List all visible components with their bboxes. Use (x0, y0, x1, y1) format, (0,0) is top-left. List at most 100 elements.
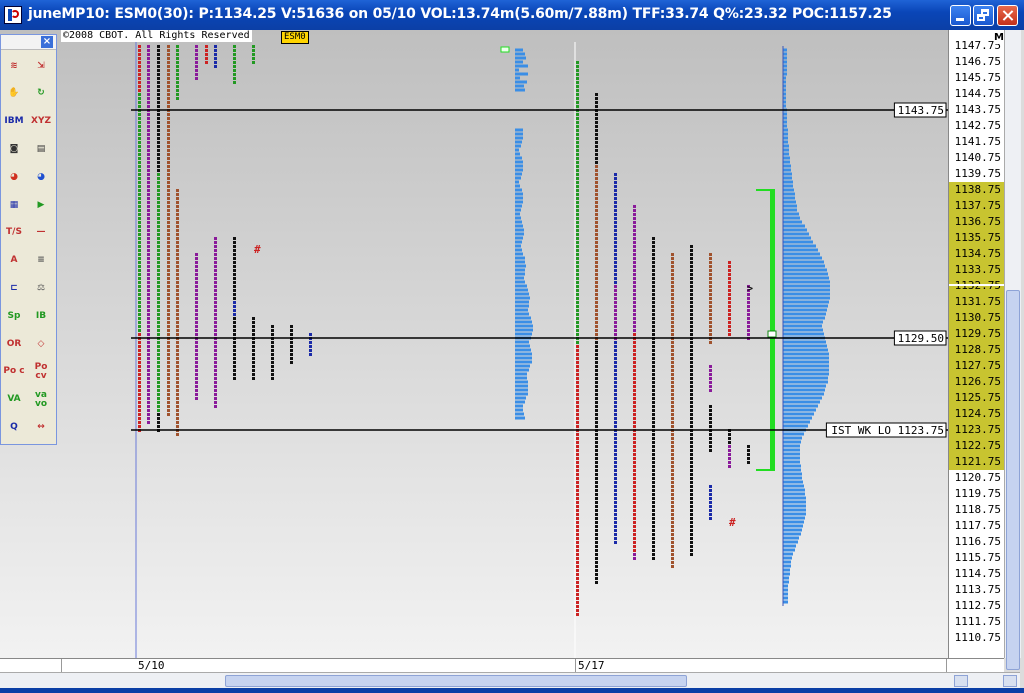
tpo-letter (157, 69, 160, 72)
align-tool-icon[interactable]: ≡ (30, 250, 52, 272)
tpo-letter (709, 273, 712, 276)
horizontal-scrollbar[interactable] (0, 672, 1020, 689)
camera-icon[interactable]: ◙ (3, 138, 25, 160)
tpo-letter (652, 273, 655, 276)
balance-icon[interactable]: ⚖ (30, 277, 52, 299)
tpo-letter (157, 401, 160, 404)
tpo-letter (690, 501, 693, 504)
tpo-letter (652, 549, 655, 552)
tpo-letter (195, 333, 198, 336)
tpo-letter (271, 353, 274, 356)
tpo-letter (176, 77, 179, 80)
tpo-letter (728, 281, 731, 284)
tpo-letter (233, 77, 236, 80)
price-label: 1123.75 (949, 422, 1005, 438)
tpo-letter (614, 409, 617, 412)
price-label: 1131.75 (949, 294, 1005, 310)
tpo-letter (147, 57, 150, 60)
grid-icon[interactable]: ▦ (3, 194, 25, 216)
reference-label: IST WK LO 1123.75 (831, 424, 944, 437)
minimize-button[interactable] (950, 5, 971, 26)
tpo-letter (147, 333, 150, 336)
tpo-letter (138, 357, 141, 360)
refresh-tool-icon[interactable]: ↻ (30, 83, 52, 105)
tpo-letter (147, 189, 150, 192)
volume-bar (783, 572, 790, 576)
tpo-letter (652, 501, 655, 504)
tpo-letter (167, 269, 170, 272)
expand-icon[interactable]: ↔ (30, 416, 52, 438)
volume-bar (783, 528, 802, 532)
tpo-letter (633, 545, 636, 548)
value-area-icon[interactable]: VA (3, 389, 25, 411)
tpo-letter (652, 381, 655, 384)
axis-mode-badge[interactable]: M (994, 32, 1004, 44)
toolbox-header[interactable]: × (1, 35, 56, 50)
tpo-letter (595, 205, 598, 208)
diamond-icon[interactable]: ◇ (30, 333, 52, 355)
initial-balance-icon[interactable]: IB (30, 305, 52, 327)
tpo-letter (195, 365, 198, 368)
price-axis[interactable]: 1147.75 1146.75 1145.75 1144.75 1143.75 1142.… (948, 30, 1005, 658)
tpo-letter (595, 401, 598, 404)
tpo-letter (595, 113, 598, 116)
tpo-letter (595, 385, 598, 388)
tpo-letter (157, 129, 160, 132)
color-picker-icon[interactable]: ◕ (30, 166, 52, 188)
tpo-letter (595, 193, 598, 196)
tpo-letter (176, 225, 179, 228)
tpo-letter (747, 449, 750, 452)
profile-tool-icon[interactable]: ⊏ (3, 277, 25, 299)
volume-bar (783, 208, 797, 212)
tpo-letter (576, 221, 579, 224)
poc-marker (767, 330, 777, 338)
tpo-letter (214, 293, 217, 296)
volume-bar (783, 584, 788, 588)
poc-icon[interactable]: Po c (3, 361, 25, 383)
horizontal-scroll-thumb[interactable] (225, 675, 687, 687)
restore-button[interactable] (973, 5, 994, 26)
toolbox-close-icon[interactable]: × (41, 36, 53, 48)
line-tool-icon[interactable]: — (30, 222, 52, 244)
color-wheel-icon[interactable]: ◕ (3, 166, 25, 188)
tpo-letter (157, 281, 160, 284)
tpo-letter (138, 49, 141, 52)
volume-bar (783, 188, 794, 192)
tpo-letter (595, 441, 598, 444)
hand-tool-icon[interactable]: ✋ (3, 83, 25, 105)
ibm-symbol-icon[interactable]: IBM (3, 111, 25, 133)
tpo-letter (690, 345, 693, 348)
split-profile-icon[interactable]: Sp (3, 305, 25, 327)
zoom-icon[interactable]: Q (3, 416, 25, 438)
tpo-letter (595, 313, 598, 316)
market-profile-chart[interactable]: # # >1143.75 1129.50 IST WK LO 1123.75 ©2008… (0, 30, 948, 658)
tpo-letter (233, 361, 236, 364)
tpo-letter (233, 345, 236, 348)
xyz-symbol-icon[interactable]: XYZ (30, 111, 52, 133)
tpo-letter (157, 257, 160, 260)
tpo-letter (167, 325, 170, 328)
bars-tool-icon[interactable]: ≋ (3, 55, 25, 77)
scroll-right-button[interactable] (1003, 675, 1017, 687)
tpo-letter (595, 273, 598, 276)
tpo-letter (576, 209, 579, 212)
tpo-letter (147, 97, 150, 100)
arrow-tool-icon[interactable]: ⇲ (30, 55, 52, 77)
close-button[interactable] (997, 5, 1018, 26)
text-tool-icon[interactable]: A (3, 250, 25, 272)
vertical-scroll-thumb[interactable] (1006, 290, 1020, 670)
tpo-letter (147, 293, 150, 296)
value-area-volume-icon[interactable]: va vo (30, 389, 52, 411)
document-icon[interactable]: ▤ (30, 138, 52, 160)
volume-bar (783, 132, 788, 136)
play-icon[interactable]: ▶ (30, 194, 52, 216)
tpo-letter (633, 301, 636, 304)
opening-range-icon[interactable]: OR (3, 333, 25, 355)
vertical-scrollbar[interactable] (1004, 30, 1021, 670)
tpo-letter (157, 189, 160, 192)
scroll-left-button[interactable] (954, 675, 968, 687)
time-split-icon[interactable]: T/S (3, 222, 25, 244)
app-icon[interactable] (4, 6, 22, 24)
tpo-letter (595, 557, 598, 560)
poc-cv-icon[interactable]: Po cv (30, 361, 52, 383)
